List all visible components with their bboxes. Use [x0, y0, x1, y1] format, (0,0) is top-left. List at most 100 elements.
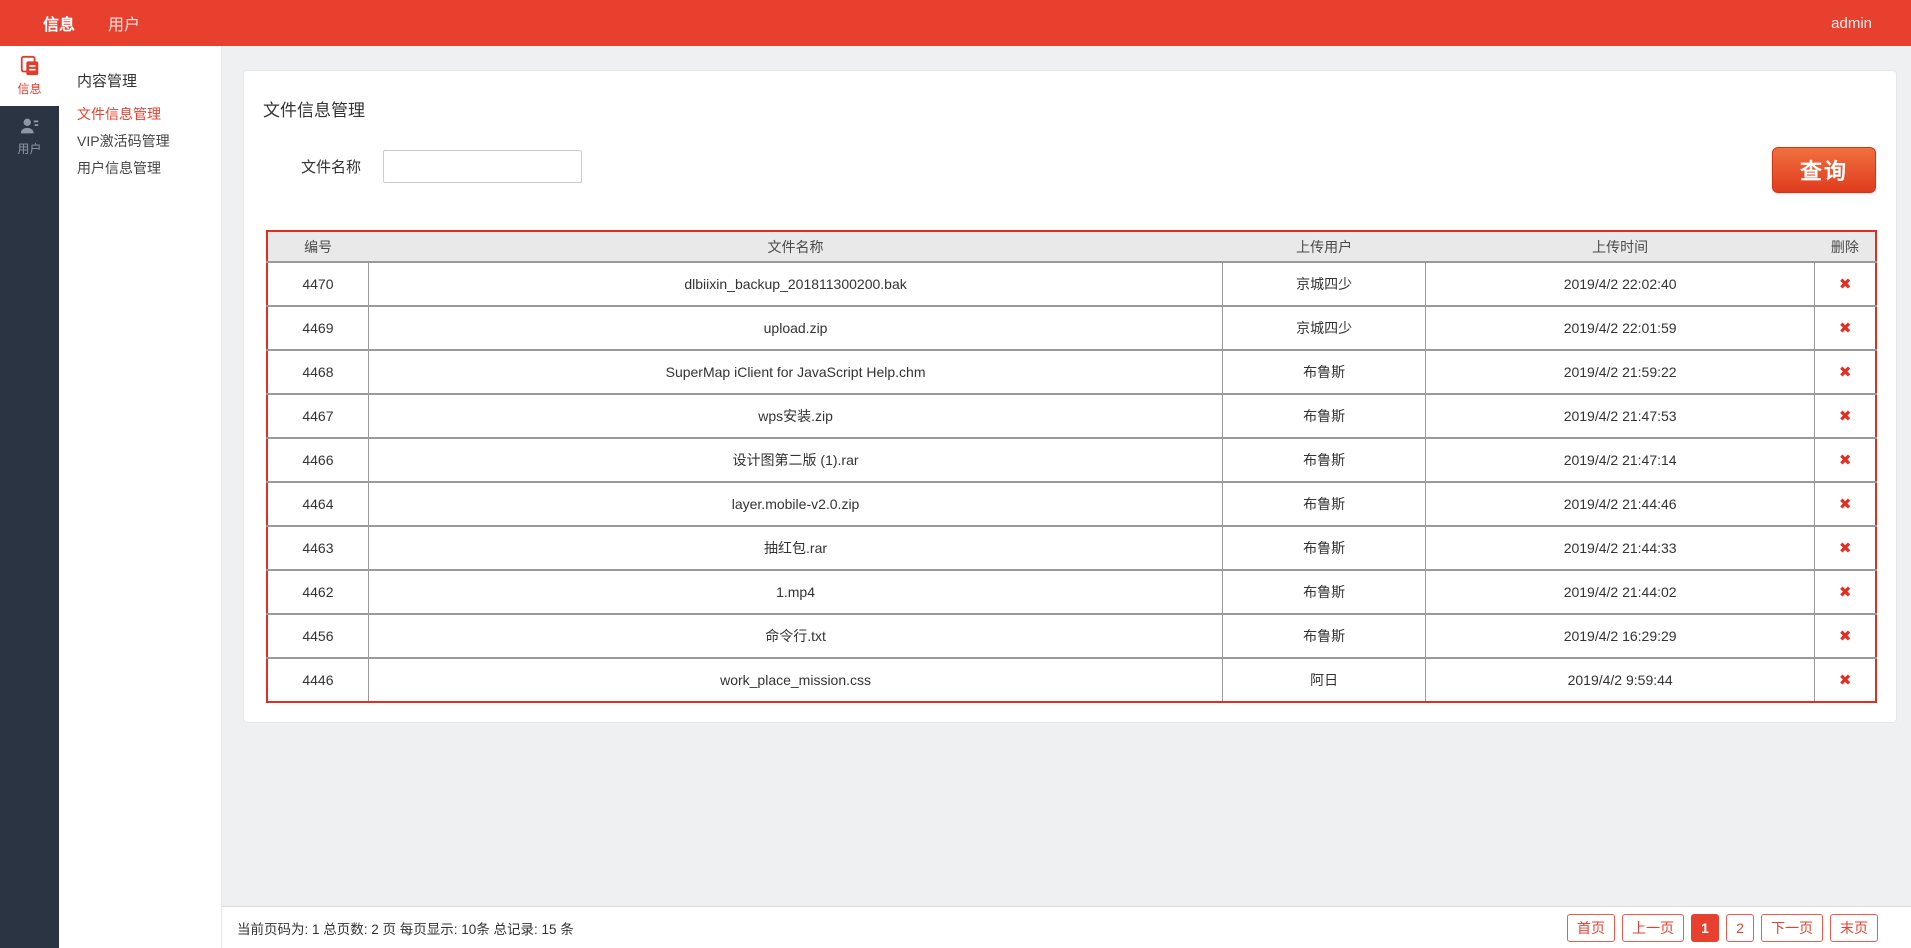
cell-upload-user: 阿日: [1222, 657, 1426, 702]
search-row: 文件名称: [301, 150, 1896, 183]
table-row: 4446 work_place_mission.css 阿日 2019/4/2 9:5…: [267, 657, 1876, 702]
table-row: 4464 layer.mobile-v2.0.zip 布鲁斯 2019/4/2 21:…: [267, 481, 1876, 526]
cell-upload-time: 2019/4/2 21:47:14: [1424, 437, 1815, 482]
table-row: 4469 upload.zip 京城四少 2019/4/2 22:01:59 ✖: [267, 305, 1876, 350]
cell-delete: ✖: [1814, 437, 1876, 482]
cell-file-name: SuperMap iClient for JavaScript Help.chm: [367, 349, 1223, 394]
cell-file-name: dlbiixin_backup_201811300200.bak: [367, 262, 1223, 306]
sidebar-heading-content-mgmt[interactable]: 内容管理: [77, 70, 221, 91]
top-bar: 信息 用户 admin: [0, 0, 1911, 46]
sidebar-item[interactable]: 文件信息管理: [77, 107, 221, 121]
cell-upload-time: 2019/4/2 22:01:59: [1424, 305, 1815, 350]
cell-file-name: 命令行.txt: [367, 613, 1223, 658]
top-nav-item-active[interactable]: 信息: [43, 11, 75, 35]
cell-file-name: wps安装.zip: [367, 393, 1223, 438]
icon-rail: 信息 用户: [0, 46, 59, 948]
sidebar: 内容管理 文件信息管理 VIP激活码管理 用户信息管理: [59, 46, 222, 948]
cell-id: 4468: [267, 349, 369, 394]
file-mgmt-card: 文件信息管理 文件名称 查询 编号 文件名称 上传用户 上传时间 删除 4470 dlbi…: [243, 70, 1897, 723]
cell-delete: ✖: [1814, 262, 1876, 306]
delete-icon[interactable]: ✖: [1839, 540, 1852, 557]
table-row: 4468 SuperMap iClient for JavaScript Help…: [267, 349, 1876, 394]
cell-upload-user: 布鲁斯: [1222, 349, 1426, 394]
cell-id: 4462: [267, 569, 369, 614]
delete-icon[interactable]: ✖: [1839, 320, 1852, 337]
top-nav: 信息 用户: [43, 11, 140, 35]
delete-icon[interactable]: ✖: [1839, 496, 1852, 513]
sidebar-item[interactable]: VIP激活码管理: [77, 134, 221, 148]
delete-icon[interactable]: ✖: [1839, 364, 1852, 381]
sidebar-item[interactable]: 用户信息管理: [77, 161, 221, 175]
cell-file-name: layer.mobile-v2.0.zip: [367, 481, 1223, 526]
cell-upload-time: 2019/4/2 9:59:44: [1424, 657, 1815, 702]
delete-icon[interactable]: ✖: [1839, 672, 1852, 689]
cell-upload-user: 布鲁斯: [1222, 613, 1426, 658]
delete-icon[interactable]: ✖: [1839, 628, 1852, 645]
table-header-row: 编号 文件名称 上传用户 上传时间 删除: [267, 231, 1876, 263]
docs-icon: [19, 55, 41, 77]
query-button[interactable]: 查询: [1772, 147, 1876, 193]
file-name-label: 文件名称: [301, 159, 362, 176]
cell-delete: ✖: [1814, 305, 1876, 350]
cell-delete: ✖: [1814, 525, 1876, 570]
page-button[interactable]: 首页: [1567, 913, 1615, 942]
cell-id: 4466: [267, 437, 369, 482]
column-header: 上传用户: [1222, 231, 1426, 263]
cell-upload-time: 2019/4/2 21:59:22: [1424, 349, 1815, 394]
delete-icon[interactable]: ✖: [1839, 584, 1852, 601]
column-header: 删除: [1814, 231, 1876, 263]
cell-upload-user: 京城四少: [1222, 305, 1426, 350]
user-icon: [19, 115, 41, 137]
table-row: 4466 设计图第二版 (1).rar 布鲁斯 2019/4/2 21:47:14 ✖: [267, 437, 1876, 482]
cell-file-name: 抽红包.rar: [367, 525, 1223, 570]
cell-upload-user: 布鲁斯: [1222, 569, 1426, 614]
cell-upload-time: 2019/4/2 16:29:29: [1424, 613, 1815, 658]
cell-delete: ✖: [1814, 349, 1876, 394]
cell-upload-user: 京城四少: [1222, 262, 1426, 306]
cell-id: 4463: [267, 525, 369, 570]
cell-upload-time: 2019/4/2 21:44:33: [1424, 525, 1815, 570]
cell-id: 4456: [267, 613, 369, 658]
rail-item[interactable]: 用户: [0, 106, 59, 166]
sidebar-items: 文件信息管理 VIP激活码管理 用户信息管理: [77, 107, 221, 175]
cell-delete: ✖: [1814, 481, 1876, 526]
cell-delete: ✖: [1814, 569, 1876, 614]
column-header: 文件名称: [368, 231, 1223, 263]
cell-delete: ✖: [1814, 393, 1876, 438]
delete-icon[interactable]: ✖: [1839, 452, 1852, 469]
table-row: 4462 1.mp4 布鲁斯 2019/4/2 21:44:02 ✖: [267, 569, 1876, 614]
cell-id: 4446: [267, 657, 369, 702]
cell-id: 4470: [267, 262, 369, 306]
page-button[interactable]: 下一页: [1761, 913, 1823, 942]
content-filler: [222, 723, 1911, 906]
cell-upload-time: 2019/4/2 21:44:46: [1424, 481, 1815, 526]
cell-upload-user: 布鲁斯: [1222, 437, 1426, 482]
file-name-input[interactable]: [383, 150, 583, 183]
delete-icon[interactable]: ✖: [1839, 408, 1852, 425]
cell-file-name: work_place_mission.css: [367, 657, 1223, 702]
main-area: 文件信息管理 文件名称 查询 编号 文件名称 上传用户 上传时间 删除 4470 dlbi…: [222, 46, 1911, 948]
cell-upload-user: 布鲁斯: [1222, 393, 1426, 438]
cell-file-name: upload.zip: [367, 305, 1223, 350]
file-table: 编号 文件名称 上传用户 上传时间 删除 4470 dlbiixin_backup_201…: [266, 230, 1877, 703]
cell-delete: ✖: [1814, 613, 1876, 658]
rail-item-label: 信息: [17, 82, 42, 96]
top-nav-item-item[interactable]: 用户: [108, 11, 140, 35]
cell-delete: ✖: [1814, 657, 1876, 702]
delete-icon[interactable]: ✖: [1839, 276, 1852, 293]
table-row: 4467 wps安装.zip 布鲁斯 2019/4/2 21:47:53 ✖: [267, 393, 1876, 438]
cell-upload-user: 布鲁斯: [1222, 481, 1426, 526]
page-button[interactable]: 上一页: [1622, 913, 1684, 942]
table-row: 4470 dlbiixin_backup_201811300200.bak 京城四少…: [267, 262, 1876, 306]
page-button-current[interactable]: 1: [1691, 913, 1719, 942]
column-header: 上传时间: [1425, 231, 1815, 263]
rail-item[interactable]: 信息: [0, 46, 59, 106]
cell-id: 4469: [267, 305, 369, 350]
cell-file-name: 1.mp4: [367, 569, 1223, 614]
table-row: 4463 抽红包.rar 布鲁斯 2019/4/2 21:44:33 ✖: [267, 525, 1876, 570]
pagination-bar: 当前页码为: 1 总页数: 2 页 每页显示: 10条 总记录: 15 条 首页…: [222, 906, 1911, 948]
page-button[interactable]: 末页: [1830, 913, 1878, 942]
current-user[interactable]: admin: [1831, 15, 1872, 32]
page-button[interactable]: 2: [1726, 913, 1754, 942]
cell-id: 4464: [267, 481, 369, 526]
